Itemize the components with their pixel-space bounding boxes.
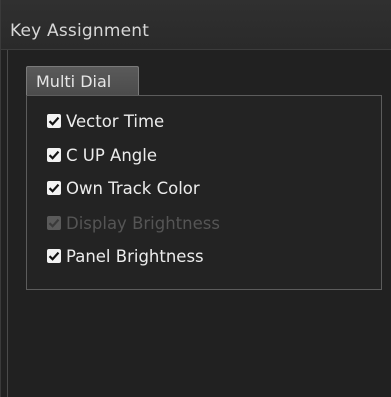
checkmark-icon (48, 150, 60, 160)
vector-time-checkbox[interactable] (47, 114, 61, 128)
own-track-color-label: Own Track Color (66, 178, 200, 198)
own-track-color-checkbox[interactable] (47, 181, 61, 195)
c-up-angle-checkbox[interactable] (47, 148, 61, 162)
option-vector-time[interactable]: Vector Time (47, 110, 164, 132)
key-assignment-window: Key Assignment Multi Dial Vector Time C … (0, 0, 391, 397)
panel-brightness-checkbox[interactable] (47, 249, 61, 263)
tab-label: Multi Dial (36, 72, 112, 91)
window-left-border (7, 50, 8, 397)
option-c-up-angle[interactable]: C UP Angle (47, 144, 157, 166)
panel-brightness-label: Panel Brightness (66, 246, 204, 266)
checkmark-icon (48, 116, 60, 126)
c-up-angle-label: C UP Angle (66, 145, 157, 165)
option-display-brightness: Display Brightness (47, 212, 220, 234)
checkmark-icon (48, 183, 60, 193)
display-brightness-label: Display Brightness (66, 213, 220, 233)
option-panel-brightness[interactable]: Panel Brightness (47, 245, 204, 267)
vector-time-label: Vector Time (66, 111, 165, 131)
checkmark-icon (48, 251, 60, 261)
checkmark-icon (48, 218, 60, 228)
display-brightness-checkbox (47, 216, 61, 230)
option-own-track-color[interactable]: Own Track Color (47, 177, 200, 199)
title-bar: Key Assignment (1, 0, 391, 50)
window-title: Key Assignment (10, 21, 150, 41)
tab-multi-dial[interactable]: Multi Dial (26, 66, 139, 96)
